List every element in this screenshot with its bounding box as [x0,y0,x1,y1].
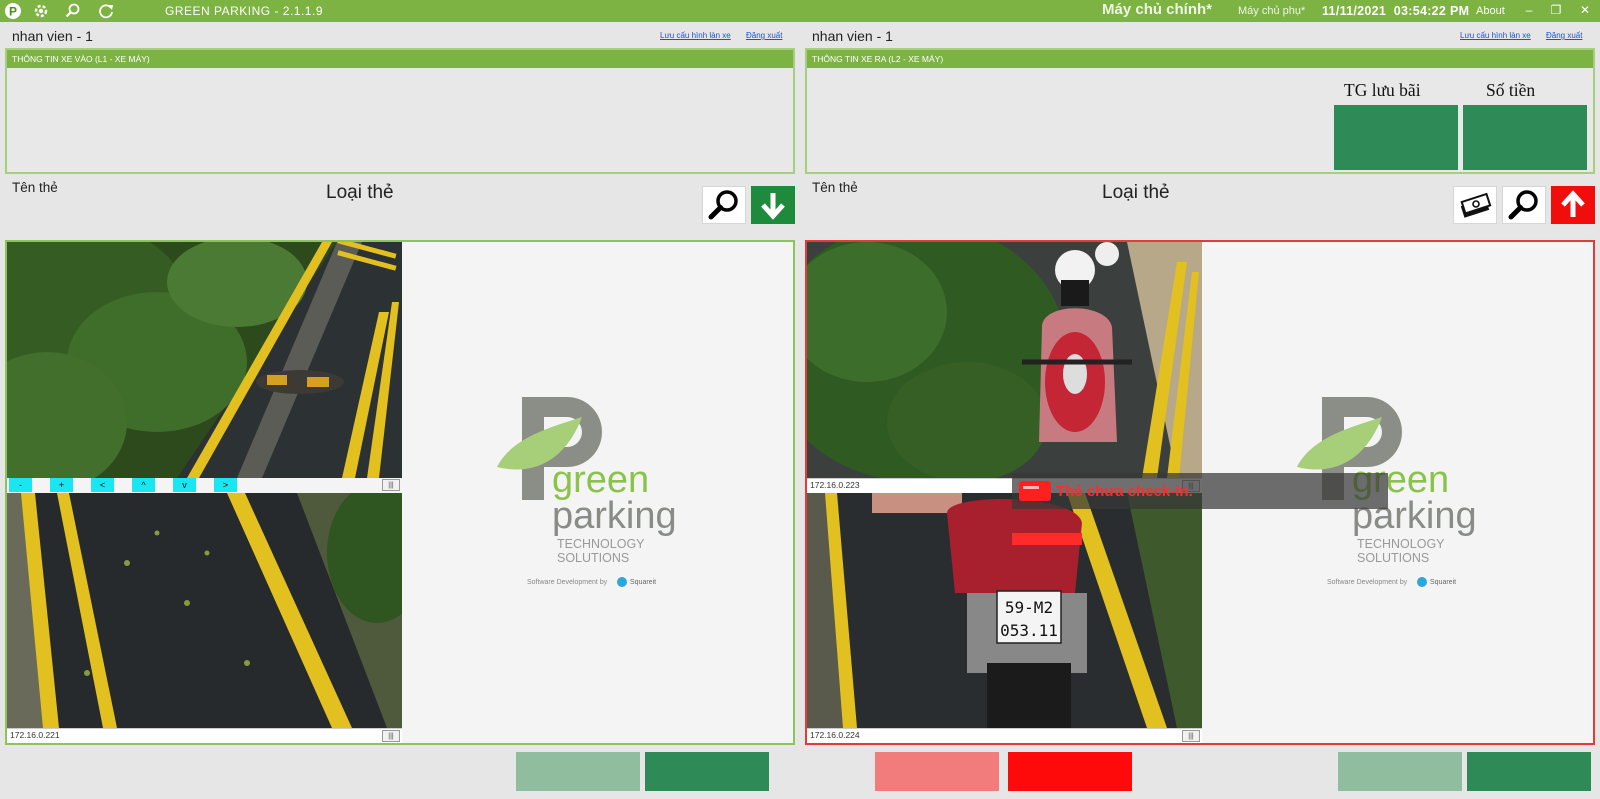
logo-credit: Software Development by [1327,579,1408,586]
left-bottom-camera-view[interactable] [7,493,402,728]
left-save-lane-config-link[interactable]: Lưu cấu hình làn xe [660,31,731,40]
arrow-up-icon [1561,190,1585,217]
about-link[interactable]: About [1476,5,1505,17]
left-bottom-camera-bar: 172.16.0.221 ||| [7,728,402,743]
left-action-button-1[interactable] [516,752,640,791]
left-card-name-label: Tên thẻ [12,180,58,195]
magnifier-icon [1508,190,1538,220]
title-bar: P GREEN PARKING - 2.1.1.9 Máy chủ chính*… [0,0,1600,22]
parking-duration-value-box [1334,105,1458,170]
left-bottom-camera-grip[interactable]: ||| [382,730,400,742]
left-green-parking-logo: green parking TECHNOLOGY SOLUTIONS Softw… [402,242,793,743]
maximize-icon[interactable]: ❐ [1548,3,1564,17]
left-action-button-2[interactable] [645,752,769,791]
right-save-lane-config-link[interactable]: Lưu cấu hình làn xe [1460,31,1531,40]
search-icon[interactable] [64,2,82,20]
logo-tagline-2: SOLUTIONS [1357,551,1429,565]
clock-time: 03:54:22 PM [1393,4,1470,18]
magnifier-icon [708,190,738,220]
right-logout-link[interactable]: Đăng xuất [1546,31,1582,40]
left-entry-info-header: THÔNG TIN XE VÀO (L1 - XE MÁY) [7,50,793,68]
logo-tagline-2: SOLUTIONS [557,551,629,565]
license-plate-line-1: 59-M2 [1005,598,1053,617]
left-user-name: nhan vien - 1 [12,28,93,44]
right-user-name: nhan vien - 1 [812,28,893,44]
logo-credit: Software Development by [527,579,608,586]
right-top-camera-view[interactable] [807,242,1202,478]
right-bottom-camera-grip[interactable]: ||| [1182,730,1200,742]
money-icon [1460,192,1492,218]
logo-tagline-1: TECHNOLOGY [1357,537,1445,551]
left-bottom-camera-ip: 172.16.0.221 [10,730,60,740]
right-card-name-label: Tên thẻ [812,180,858,195]
logo-credit-brand: Squareit [1430,579,1456,586]
right-bottom-camera-ip: 172.16.0.224 [810,730,860,740]
clock-date: 11/11/2021 [1322,4,1387,18]
sub-server-label[interactable]: Máy chủ phụ* [1238,5,1305,17]
right-search-button[interactable] [1502,186,1546,224]
fee-value-box [1463,105,1587,170]
refresh-icon[interactable] [97,2,115,20]
close-icon[interactable]: ✕ [1577,3,1593,17]
left-search-button[interactable] [702,186,746,224]
right-top-camera-ip: 172.16.0.223 [810,480,860,490]
left-card-type-label: Loại thẻ [326,182,394,203]
alert-message: Thẻ chưa check-in. [1056,483,1193,500]
parking-logo-icon[interactable]: P [4,2,22,20]
right-bottom-camera-bar: 172.16.0.224 ||| [807,728,1202,743]
gear-icon[interactable] [32,2,50,20]
left-open-barrier-button[interactable] [751,186,795,224]
right-card-type-label: Loại thẻ [1102,182,1170,203]
minimize-icon[interactable]: – [1521,3,1537,17]
fee-label: Số tiền [1486,80,1536,100]
left-top-camera-view[interactable] [7,242,402,478]
left-camera-panel: - + < ^ v > ||| 172.16.0.221 ||| green p… [5,240,795,745]
right-action-button-4[interactable] [1467,752,1591,791]
right-bottom-camera-view[interactable]: 59-M2 053.11 [807,493,1202,728]
card-not-checked-in-alert: Thẻ chưa check-in. [1012,473,1388,509]
svg-text:P: P [9,5,17,19]
right-action-button-2[interactable] [1008,752,1132,791]
parking-duration-label: TG lưu bãi [1344,80,1421,100]
left-entry-info-box: THÔNG TIN XE VÀO (L1 - XE MÁY) [5,48,795,174]
left-top-camera-grip[interactable]: ||| [382,479,400,491]
logo-word-parking: parking [552,495,677,537]
right-payment-button[interactable] [1453,186,1497,224]
logo-credit-brand: Squareit [630,579,656,586]
app-title: GREEN PARKING - 2.1.1.9 [165,4,323,18]
right-action-button-3[interactable] [1338,752,1462,791]
logo-tagline-1: TECHNOLOGY [557,537,645,551]
main-server-label[interactable]: Máy chủ chính* [1102,1,1212,18]
arrow-down-icon [761,193,785,220]
right-action-button-1[interactable] [875,752,999,791]
right-exit-info-header: THÔNG TIN XE RA (L2 - XE MÁY) [807,50,1593,68]
clock: 11/11/2021 03:54:22 PM [1322,4,1469,18]
left-logout-link[interactable]: Đăng xuất [746,31,782,40]
right-open-barrier-button[interactable] [1551,186,1595,224]
card-icon [1019,481,1051,501]
left-top-camera-bar: ||| [7,478,402,493]
license-plate-line-2: 053.11 [1000,621,1058,640]
